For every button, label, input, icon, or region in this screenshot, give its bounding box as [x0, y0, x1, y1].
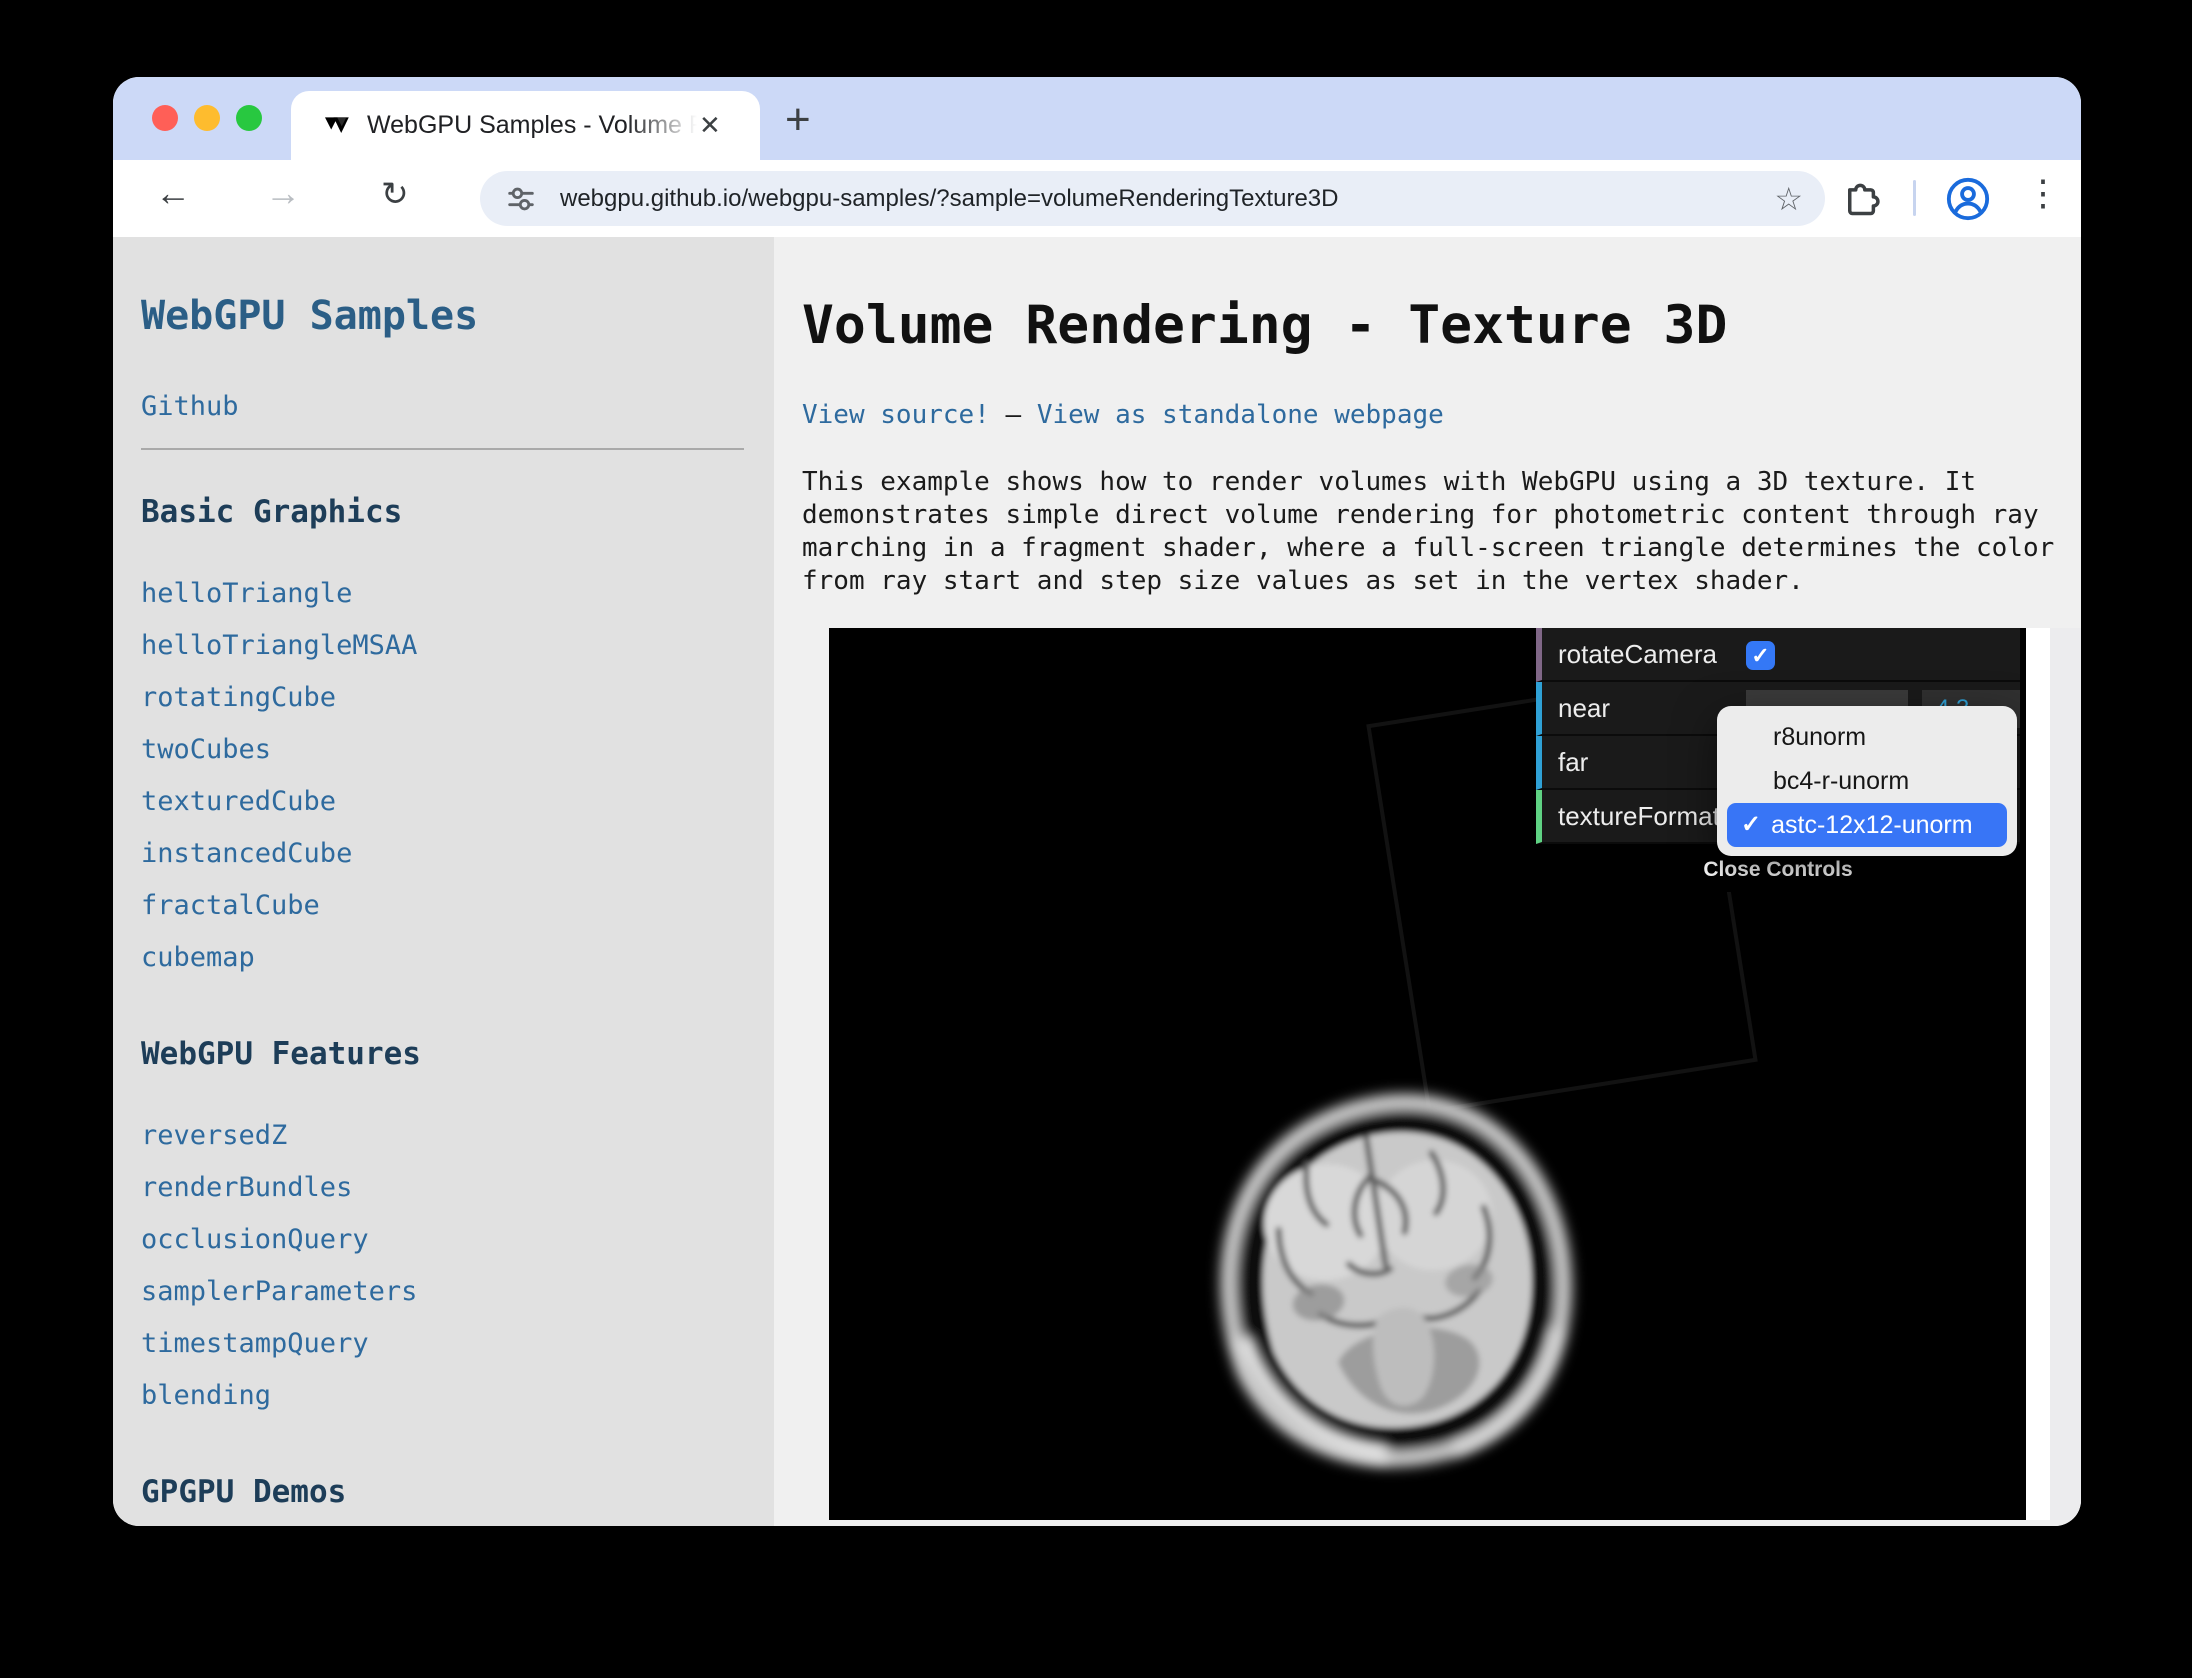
webgpu-favicon-icon	[325, 112, 352, 139]
profile-avatar-icon[interactable]	[1945, 176, 1991, 222]
sidebar-heading-gpgpu-demos: GPGPU Demos	[141, 1474, 744, 1510]
view-source-link[interactable]: View source!	[802, 400, 990, 430]
page-title: Volume Rendering - Texture 3D	[802, 295, 2081, 356]
sidebar-link[interactable]: samplerParameters	[141, 1266, 744, 1318]
source-links: View source! – View as standalone webpag…	[802, 400, 2081, 430]
close-window-button[interactable]	[152, 105, 178, 131]
texture-format-dropdown: r8unorm bc4-r-unorm ✓ astc-12x12-unorm	[1717, 706, 2017, 856]
scrollbar-track[interactable]	[2050, 628, 2081, 1520]
screen: WebGPU Samples - Volume R ✕ + ← → ↻	[0, 0, 2192, 1678]
sidebar-link[interactable]: timestampQuery	[141, 1318, 744, 1370]
sidebar-link[interactable]: cubemap	[141, 932, 744, 984]
sidebar-link[interactable]: twoCubes	[141, 724, 744, 776]
sample-description: This example shows how to render volumes…	[802, 466, 2064, 598]
browser-toolbar: ← → ↻ webgpu.github.io/webgpu-samples/?s…	[113, 160, 2081, 237]
main-panel: Volume Rendering - Texture 3D View sourc…	[774, 237, 2081, 1526]
site-settings-icon[interactable]	[504, 182, 538, 216]
toolbar-divider	[1913, 180, 1916, 216]
rotate-camera-checkbox[interactable]: ✓	[1746, 641, 1775, 670]
sidebar-link[interactable]: helloTriangle	[141, 568, 744, 620]
close-controls-button[interactable]: Close Controls	[1536, 852, 2020, 892]
site-title: WebGPU Samples	[141, 293, 744, 339]
sidebar-link[interactable]: rotatingCube	[141, 672, 744, 724]
gui-label-near: near	[1558, 693, 1610, 724]
sidebar-link[interactable]: texturedCube	[141, 776, 744, 828]
browser-window: WebGPU Samples - Volume R ✕ + ← → ↻	[113, 77, 2081, 1526]
browser-tab[interactable]: WebGPU Samples - Volume R ✕	[291, 91, 760, 160]
links-dash: –	[1006, 400, 1022, 430]
sidebar-link[interactable]: fractalCube	[141, 880, 744, 932]
reload-icon[interactable]: ↻	[381, 174, 409, 213]
sidebar-link-github[interactable]: Github	[141, 391, 744, 422]
address-bar[interactable]: webgpu.github.io/webgpu-samples/?sample=…	[480, 171, 1825, 226]
checkmark-icon: ✓	[1741, 803, 1761, 847]
sidebar-link[interactable]: helloTriangleMSAA	[141, 620, 744, 672]
sample-stage: rotateCamera ✓ near 4.3	[802, 628, 2081, 1520]
sidebar-divider	[141, 448, 744, 450]
gui-label-far: far	[1558, 747, 1588, 778]
minimize-window-button[interactable]	[194, 105, 220, 131]
sidebar-link[interactable]: blending	[141, 1370, 744, 1422]
sidebar-link[interactable]: occlusionQuery	[141, 1214, 744, 1266]
bookmark-star-icon[interactable]: ☆	[1774, 180, 1803, 218]
sidebar-link[interactable]: reversedZ	[141, 1110, 744, 1162]
gui-row-rotate-camera: rotateCamera ✓	[1536, 628, 2020, 682]
url-text[interactable]: webgpu.github.io/webgpu-samples/?sample=…	[560, 185, 1774, 213]
sidebar-list-webgpu-features: reversedZ renderBundles occlusionQuery s…	[141, 1110, 744, 1422]
dropdown-option-label: astc-12x12-unorm	[1771, 803, 1972, 847]
browser-menu-icon[interactable]: ⋮	[2025, 172, 2061, 214]
tab-close-icon[interactable]: ✕	[699, 110, 721, 141]
sidebar-list-basic-graphics: helloTriangle helloTriangleMSAA rotating…	[141, 568, 744, 984]
forward-icon: →	[265, 172, 301, 214]
tab-title: WebGPU Samples - Volume R	[367, 111, 697, 140]
brain-mri-render	[1174, 1053, 1604, 1483]
webgpu-canvas[interactable]: rotateCamera ✓ near 4.3	[829, 628, 2026, 1520]
dropdown-option-selected[interactable]: ✓ astc-12x12-unorm	[1727, 803, 2007, 847]
page-content: WebGPU Samples Github Basic Graphics hel…	[113, 237, 2081, 1526]
page-gutter	[2026, 628, 2050, 1520]
dropdown-option[interactable]: bc4-r-unorm	[1717, 759, 2017, 803]
extensions-icon[interactable]	[1841, 178, 1883, 220]
gui-label-rotate-camera: rotateCamera	[1558, 639, 1717, 670]
new-tab-button[interactable]: +	[785, 95, 811, 145]
back-icon[interactable]: ←	[155, 172, 191, 214]
gui-label-texture-format: textureFormat	[1558, 801, 1720, 832]
tab-title-fade	[627, 111, 697, 140]
sidebar-link[interactable]: renderBundles	[141, 1162, 744, 1214]
standalone-link[interactable]: View as standalone webpage	[1037, 400, 1444, 430]
maximize-window-button[interactable]	[236, 105, 262, 131]
dropdown-option[interactable]: r8unorm	[1717, 715, 2017, 759]
tab-strip: WebGPU Samples - Volume R ✕ +	[113, 77, 2081, 160]
sidebar-heading-basic-graphics: Basic Graphics	[141, 494, 744, 530]
sidebar-heading-webgpu-features: WebGPU Features	[141, 1036, 744, 1072]
sidebar: WebGPU Samples Github Basic Graphics hel…	[113, 237, 774, 1526]
sidebar-link[interactable]: instancedCube	[141, 828, 744, 880]
